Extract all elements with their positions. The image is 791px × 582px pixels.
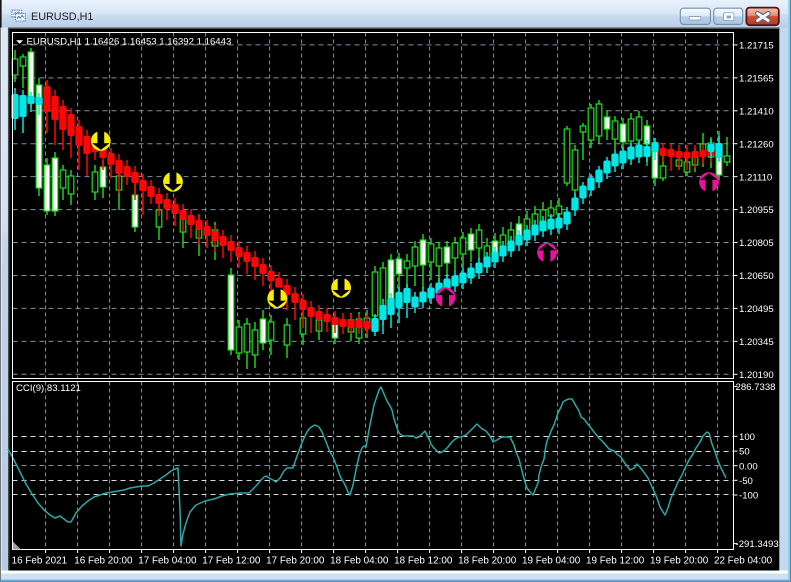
- svg-text:19 Feb 04:00: 19 Feb 04:00: [522, 556, 581, 567]
- svg-text:EURUSD,H1: EURUSD,H1: [31, 11, 93, 23]
- svg-text:EURUSD,H1 1.16426 1.16453 1.1: EURUSD,H1 1.16426 1.16453 1.16392 1.1644…: [27, 37, 232, 48]
- svg-text:1.20805: 1.20805: [739, 238, 774, 249]
- svg-text:1.21565: 1.21565: [739, 73, 774, 84]
- svg-text:16 Feb 2021: 16 Feb 2021: [12, 556, 68, 567]
- svg-text:-50: -50: [739, 476, 753, 487]
- svg-text:CCI(9) 83.1121: CCI(9) 83.1121: [16, 383, 81, 394]
- svg-text:18 Feb 04:00: 18 Feb 04:00: [330, 556, 389, 567]
- svg-text:17 Feb 12:00: 17 Feb 12:00: [202, 556, 261, 567]
- svg-text:18 Feb 20:00: 18 Feb 20:00: [458, 556, 517, 567]
- svg-text:1.20650: 1.20650: [739, 271, 774, 282]
- svg-text:18 Feb 12:00: 18 Feb 12:00: [394, 556, 453, 567]
- svg-text:16 Feb 20:00: 16 Feb 20:00: [74, 556, 133, 567]
- svg-text:17 Feb 20:00: 17 Feb 20:00: [266, 556, 325, 567]
- svg-text:50: 50: [739, 447, 750, 458]
- svg-text:1.21715: 1.21715: [739, 41, 774, 52]
- svg-text:1.20495: 1.20495: [739, 304, 774, 315]
- svg-text:0.00: 0.00: [739, 461, 758, 472]
- svg-text:19 Feb 12:00: 19 Feb 12:00: [586, 556, 645, 567]
- svg-text:286.7338: 286.7338: [736, 382, 776, 393]
- svg-text:1.21110: 1.21110: [739, 172, 772, 183]
- svg-text:1.20955: 1.20955: [739, 205, 774, 216]
- svg-text:1.21410: 1.21410: [739, 106, 774, 117]
- svg-text:19 Feb 20:00: 19 Feb 20:00: [650, 556, 709, 567]
- svg-text:22 Feb 04:00: 22 Feb 04:00: [714, 556, 773, 567]
- svg-text:1.20345: 1.20345: [739, 337, 774, 348]
- svg-text:-100: -100: [739, 491, 758, 502]
- svg-text:1.20190: 1.20190: [739, 370, 774, 381]
- svg-text:-291.3493: -291.3493: [736, 539, 779, 550]
- svg-text:17 Feb 04:00: 17 Feb 04:00: [138, 556, 197, 567]
- svg-text:100: 100: [739, 432, 755, 443]
- svg-text:1.21260: 1.21260: [739, 139, 774, 150]
